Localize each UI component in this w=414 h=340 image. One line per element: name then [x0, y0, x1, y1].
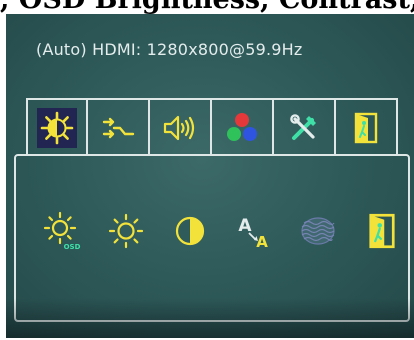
submenu-items: OSD A A [42, 206, 402, 256]
exit-icon [369, 213, 395, 249]
osd-submenu-panel: OSD A A [14, 154, 410, 322]
color-rgb-icon [222, 108, 262, 148]
osd-brightness-item[interactable]: OSD [42, 211, 82, 251]
monitor-screen: (Auto) HDMI: 1280x800@59.9Hz OSD A A [6, 14, 414, 338]
input-source-icon [98, 108, 138, 148]
tools-icon [284, 108, 324, 148]
tab-picture[interactable] [26, 98, 88, 156]
exit-icon [346, 108, 386, 148]
contrast-icon [175, 216, 205, 246]
brightness-contrast-icon [37, 108, 77, 148]
tab-audio[interactable] [150, 98, 212, 156]
sharpness-item[interactable]: A A [234, 211, 274, 251]
volume-icon [160, 108, 200, 148]
brightness-icon [108, 213, 144, 249]
svg-text:A: A [238, 216, 252, 236]
brightness-item[interactable] [106, 211, 146, 251]
sharpness-icon: A A [238, 216, 268, 251]
tab-input[interactable] [88, 98, 150, 156]
screen-vignette [6, 298, 414, 338]
osd-tab-bar [26, 98, 398, 156]
svg-text:A: A [256, 233, 268, 251]
svg-text:OSD: OSD [64, 243, 81, 251]
tab-exit[interactable] [336, 98, 398, 156]
tab-color[interactable] [212, 98, 274, 156]
input-signal-info: (Auto) HDMI: 1280x800@59.9Hz [36, 40, 303, 59]
page: , OSD Brightness, Contrast, Shar (Auto) … [0, 0, 414, 340]
noise-reduction-icon [301, 217, 335, 245]
contrast-item[interactable] [170, 211, 210, 251]
noise-reduction-item[interactable] [298, 211, 338, 251]
osd-brightness-icon: OSD [43, 211, 81, 251]
exit-item[interactable] [362, 211, 402, 251]
osd-menu: OSD A A [14, 98, 410, 322]
tab-tools[interactable] [274, 98, 336, 156]
